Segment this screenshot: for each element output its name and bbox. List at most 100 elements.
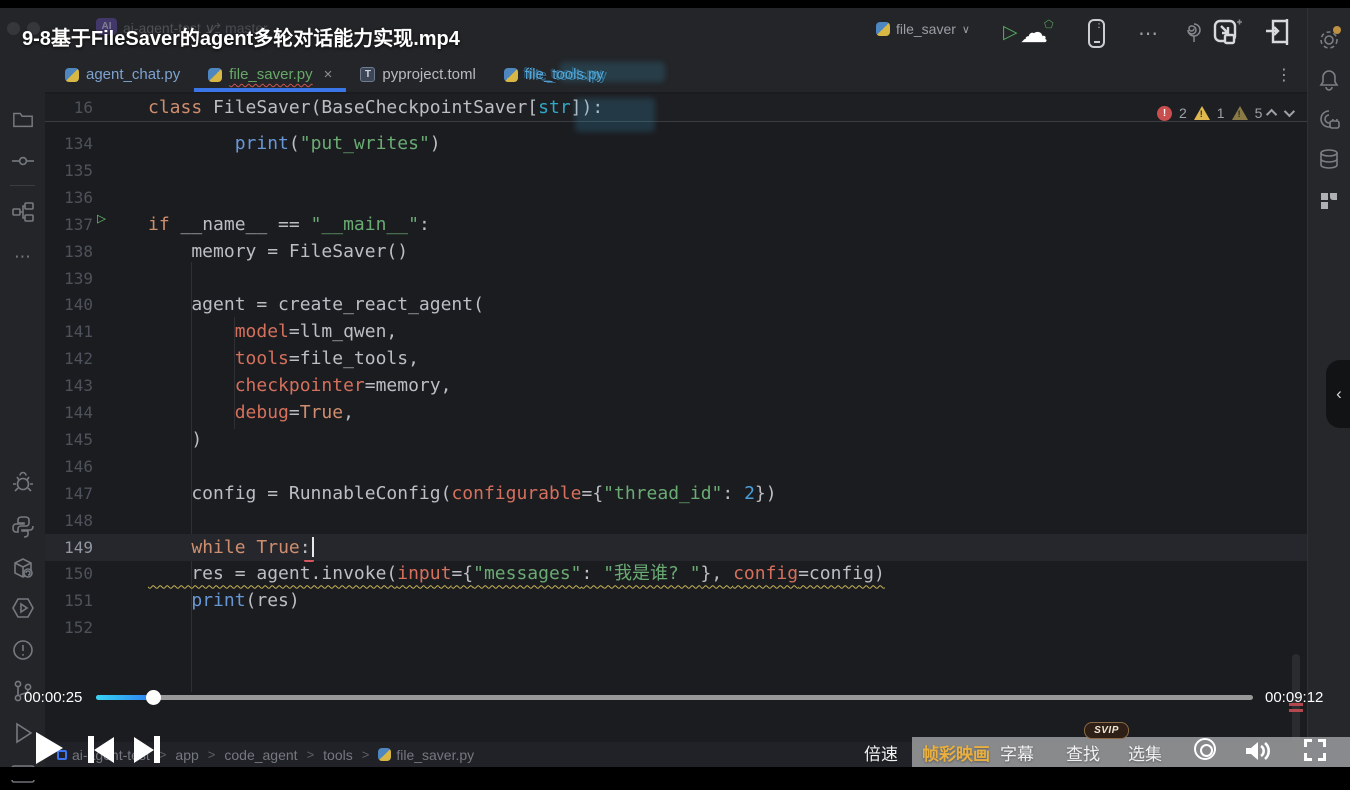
line-number: 145 — [45, 426, 93, 453]
breadcrumb-item-file_saver.py[interactable]: file_saver.py — [378, 747, 474, 763]
previous-problem-icon[interactable] — [1266, 109, 1277, 120]
breadcrumb-item-tools[interactable]: tools — [323, 747, 353, 763]
toml-icon: T — [360, 67, 375, 82]
window-control-dot[interactable] — [7, 22, 20, 35]
line-number: 137 — [45, 211, 93, 238]
services-icon[interactable] — [0, 597, 45, 624]
spiral-icon[interactable] — [1183, 20, 1205, 49]
code-line-146[interactable]: 146 — [45, 453, 1307, 480]
breadcrumb-item-code_agent[interactable]: code_agent — [224, 747, 297, 763]
tab-pyproject.toml[interactable]: Tpyproject.toml — [346, 57, 489, 92]
database-icon[interactable] — [1307, 148, 1350, 177]
breadcrumb-separator: > — [307, 747, 315, 762]
warning-count: 1 — [1217, 105, 1225, 121]
code-line-151[interactable]: 151 print(res) — [45, 587, 1307, 614]
exit-door-icon[interactable] — [1263, 17, 1293, 52]
code-line-145[interactable]: 145 ) — [45, 426, 1307, 453]
run-button[interactable]: ▷ — [1003, 21, 1018, 44]
code-line-138[interactable]: 138 memory = FileSaver() — [45, 238, 1307, 265]
episodes-button[interactable]: 选集 — [1128, 740, 1162, 765]
code-line-142[interactable]: 142 tools=file_tools, — [45, 345, 1307, 372]
run-line-icon[interactable]: ▷ — [97, 211, 111, 225]
play-button[interactable] — [36, 732, 63, 764]
side-panel-collapse-handle[interactable]: ‹ — [1326, 360, 1350, 428]
code-line-141[interactable]: 141 model=llm_qwen, — [45, 318, 1307, 345]
notifications-bell-icon[interactable] — [1307, 68, 1350, 97]
find-button[interactable]: 查找 — [1066, 740, 1100, 765]
code-line-144[interactable]: 144 debug=True, — [45, 399, 1307, 426]
python-icon — [65, 68, 79, 82]
plugins-icon[interactable] — [1307, 190, 1350, 217]
current-time: 00:00:25 — [24, 689, 82, 706]
previous-episode-button[interactable] — [88, 736, 114, 763]
letterbox-bottom — [0, 767, 1350, 780]
rail-divider — [10, 185, 35, 186]
ai-assistant-icon[interactable] — [1307, 108, 1350, 137]
code-line-147[interactable]: 147 config = RunnableConfig(configurable… — [45, 480, 1307, 507]
problems-icon[interactable] — [0, 639, 45, 666]
record-target-icon[interactable] — [1194, 738, 1216, 760]
tab-agent_chat.py[interactable]: agent_chat.py — [51, 57, 194, 92]
breadcrumb-item-app[interactable]: app — [175, 747, 198, 763]
line-number: 147 — [45, 480, 93, 507]
structure-icon[interactable] — [0, 201, 45, 228]
problems-widget[interactable]: !2 !1 !5 — [1157, 105, 1292, 121]
enhance-mode-button[interactable]: 帧彩映画 — [922, 740, 990, 765]
editor-tabbar: agent_chat.pyfile_saver.py×Tpyproject.to… — [45, 57, 1307, 92]
warning-count-icon: ! — [1194, 106, 1210, 120]
code-line-137[interactable]: 137▷if __name__ == "__main__": — [45, 211, 1307, 238]
text-cursor — [312, 537, 314, 557]
next-episode-button[interactable] — [134, 736, 160, 763]
line-number: 135 — [45, 157, 93, 184]
python-console-icon[interactable] — [0, 515, 45, 544]
code-line-149[interactable]: 149 while True: — [45, 534, 1307, 561]
debug-icon[interactable] — [0, 471, 45, 498]
playback-speed-button[interactable]: 倍速 — [864, 740, 898, 765]
line-number: 140 — [45, 291, 93, 318]
more-actions-icon[interactable]: ⋯ — [1138, 21, 1158, 46]
python-packages-icon[interactable] — [0, 557, 45, 584]
python-icon — [876, 22, 890, 36]
breadcrumb-separator: > — [208, 747, 216, 762]
python-icon — [208, 68, 222, 82]
code-line-139[interactable]: 139 — [45, 265, 1307, 292]
line-number: 142 — [45, 345, 93, 372]
code-line-134[interactable]: 134 print("put_writes") — [45, 130, 1307, 157]
code-line-150[interactable]: 150 res = agent.invoke(input={"messages"… — [45, 560, 1307, 587]
code-line-140[interactable]: 140 agent = create_react_agent( — [45, 291, 1307, 318]
device-manager-icon[interactable] — [1088, 19, 1105, 48]
chevron-down-icon: ∨ — [962, 23, 970, 36]
progress-bar[interactable] — [96, 695, 1253, 700]
code-line-136[interactable]: 136 — [45, 184, 1307, 211]
sticky-class-header[interactable]: 16 class FileSaver(BaseCheckpointSaver[s… — [45, 94, 1307, 122]
screen-share-icon[interactable] — [1212, 18, 1244, 51]
tab-file_saver.py[interactable]: file_saver.py× — [194, 57, 346, 92]
progress-knob[interactable] — [146, 690, 161, 705]
tab-options-kebab-icon[interactable]: ⋮ — [1276, 65, 1292, 85]
volume-icon[interactable] — [1244, 739, 1274, 768]
fullscreen-icon[interactable] — [1304, 739, 1326, 761]
line-number: 134 — [45, 130, 93, 157]
line-number: 139 — [45, 265, 93, 292]
code-line-143[interactable]: 143 checkpointer=memory, — [45, 372, 1307, 399]
progress-fill — [96, 695, 153, 700]
code-editor[interactable]: 16 class FileSaver(BaseCheckpointSaver[s… — [45, 92, 1307, 742]
pycharm-window: AI ai-agent-test ∨ ⎇ master file_saver ∨… — [0, 8, 1350, 767]
code-line-135[interactable]: 135 — [45, 157, 1307, 184]
project-folder-icon[interactable] — [0, 109, 45, 134]
more-toolwindows-icon[interactable]: ⋯ — [0, 247, 45, 267]
line-number: 138 — [45, 238, 93, 265]
svip-badge: SVIP — [1084, 722, 1129, 739]
code-line-148[interactable]: 148 — [45, 507, 1307, 534]
watermark — [560, 62, 665, 82]
line-number: 146 — [45, 453, 93, 480]
settings-gear-icon[interactable] — [1307, 28, 1350, 57]
subtitles-button[interactable]: 字幕 — [1000, 740, 1034, 765]
commit-icon[interactable] — [0, 153, 45, 174]
run-configuration-selector[interactable]: file_saver ∨ — [876, 21, 970, 37]
letterbox-top — [0, 0, 1350, 8]
close-icon[interactable]: × — [324, 66, 333, 83]
weak-warning-count-icon: ! — [1232, 106, 1248, 120]
code-line-152[interactable]: 152 — [45, 614, 1307, 641]
debug-bug-icon: ⬠ — [1044, 18, 1054, 31]
